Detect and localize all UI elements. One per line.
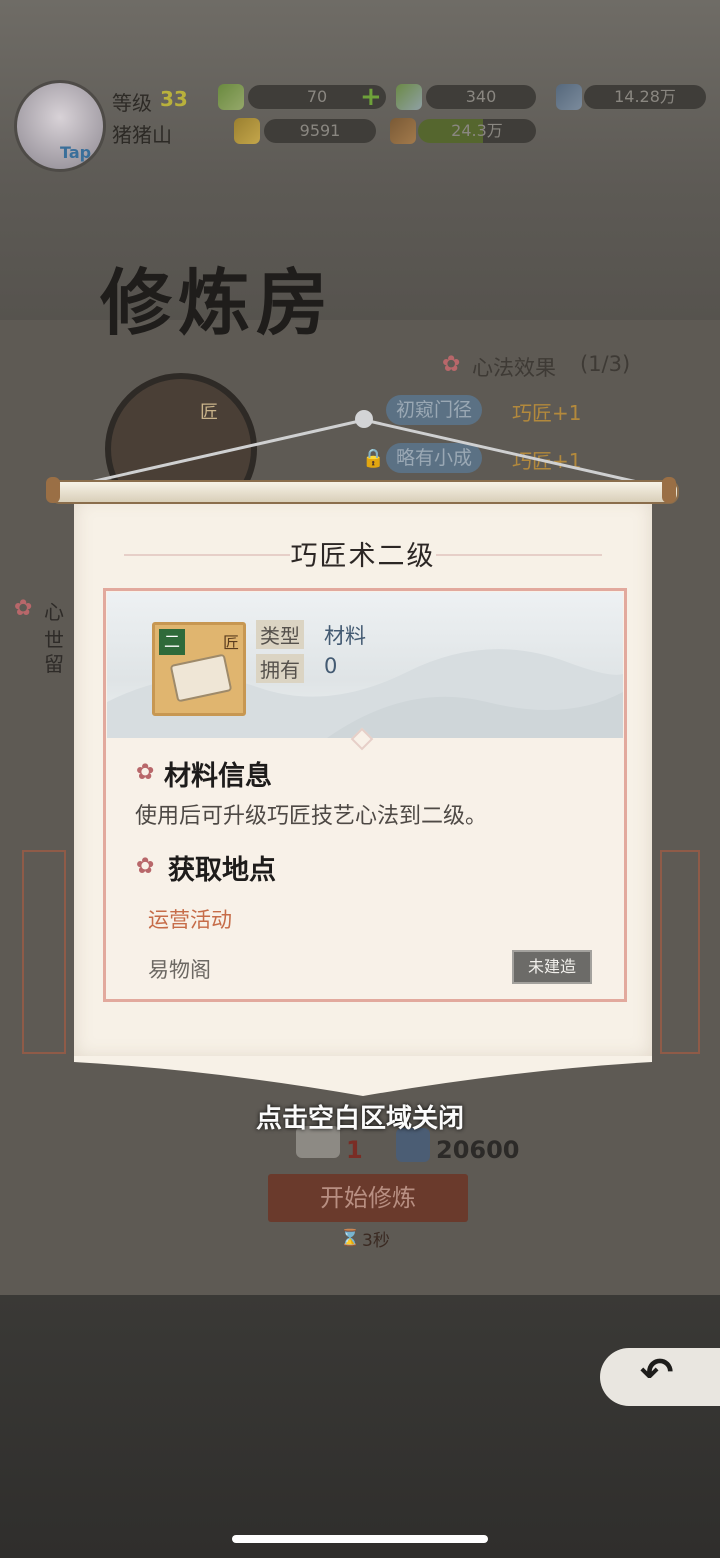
add-crystal-button[interactable]: + bbox=[360, 82, 382, 112]
training-timer: 3秒 bbox=[362, 1231, 390, 1251]
scroll-tail bbox=[74, 1056, 652, 1096]
side-text-1: 心 bbox=[44, 600, 64, 624]
bg-frame-left bbox=[22, 850, 66, 1054]
avatar-tag: Tap bbox=[60, 143, 92, 162]
flower-icon: ✿ bbox=[442, 352, 461, 377]
info-title: 材料信息 bbox=[164, 761, 272, 792]
hourglass-icon: ⌛ bbox=[340, 1228, 360, 1247]
side-flower-icon: ✿ bbox=[14, 596, 33, 621]
green-crystal-icon bbox=[218, 84, 244, 110]
own-label: 拥有 bbox=[256, 654, 304, 683]
page-title: 修炼房 bbox=[100, 260, 335, 345]
home-indicator bbox=[232, 1535, 488, 1543]
rod-cap-left bbox=[46, 477, 60, 503]
start-training-button[interactable]: 开始修炼 bbox=[268, 1174, 468, 1222]
ore-cost: 20600 bbox=[436, 1136, 520, 1164]
scroll-rod bbox=[50, 480, 679, 504]
scroll-item-icon bbox=[169, 653, 233, 703]
resource-blue-crystal: 340 bbox=[426, 85, 536, 109]
back-arrow-icon: ↶ bbox=[640, 1350, 674, 1396]
item-icon: 二 匠 bbox=[152, 622, 246, 716]
rod-cap-right bbox=[662, 477, 676, 503]
level-value: 33 bbox=[160, 87, 188, 111]
source-barter-pavilion[interactable]: 易物阁 bbox=[148, 954, 211, 984]
info-flower-icon: ✿ bbox=[136, 760, 155, 785]
resource-gold: 9591 bbox=[264, 119, 376, 143]
hanging-hook bbox=[355, 410, 373, 428]
gold-ingot-icon bbox=[234, 118, 260, 144]
item-grade-badge: 二 bbox=[159, 629, 185, 655]
own-value: 0 bbox=[324, 654, 338, 678]
bg-frame-right bbox=[660, 850, 700, 1054]
source-event[interactable]: 运营活动 bbox=[148, 904, 232, 934]
ore-icon bbox=[556, 84, 582, 110]
resource-ore: 14.28万 bbox=[584, 85, 706, 109]
scroll-cost: 1 bbox=[346, 1136, 363, 1164]
resource-food: 24.3万 bbox=[418, 119, 536, 143]
type-label: 类型 bbox=[256, 620, 304, 649]
side-text-3: 留 bbox=[44, 652, 64, 676]
blue-crystal-icon bbox=[396, 84, 422, 110]
bottom-background bbox=[0, 1295, 720, 1558]
effects-title: 心法效果 bbox=[472, 356, 556, 380]
level-label: 等级 bbox=[112, 91, 152, 115]
source-title: 获取地点 bbox=[168, 855, 276, 886]
close-hint[interactable]: 点击空白区域关闭 bbox=[0, 1098, 720, 1135]
food-icon bbox=[390, 118, 416, 144]
player-name: 猪猪山 bbox=[112, 123, 172, 147]
not-built-badge: 未建造 bbox=[512, 950, 592, 984]
effects-count: (1/3) bbox=[580, 352, 631, 376]
type-value: 材料 bbox=[324, 624, 366, 648]
dialog-title: 巧匠术二级 bbox=[290, 541, 436, 572]
source-flower-icon: ✿ bbox=[136, 854, 155, 879]
info-description: 使用后可升级巧匠技艺心法到二级。 bbox=[135, 804, 488, 829]
item-corner-char: 匠 bbox=[222, 633, 239, 652]
